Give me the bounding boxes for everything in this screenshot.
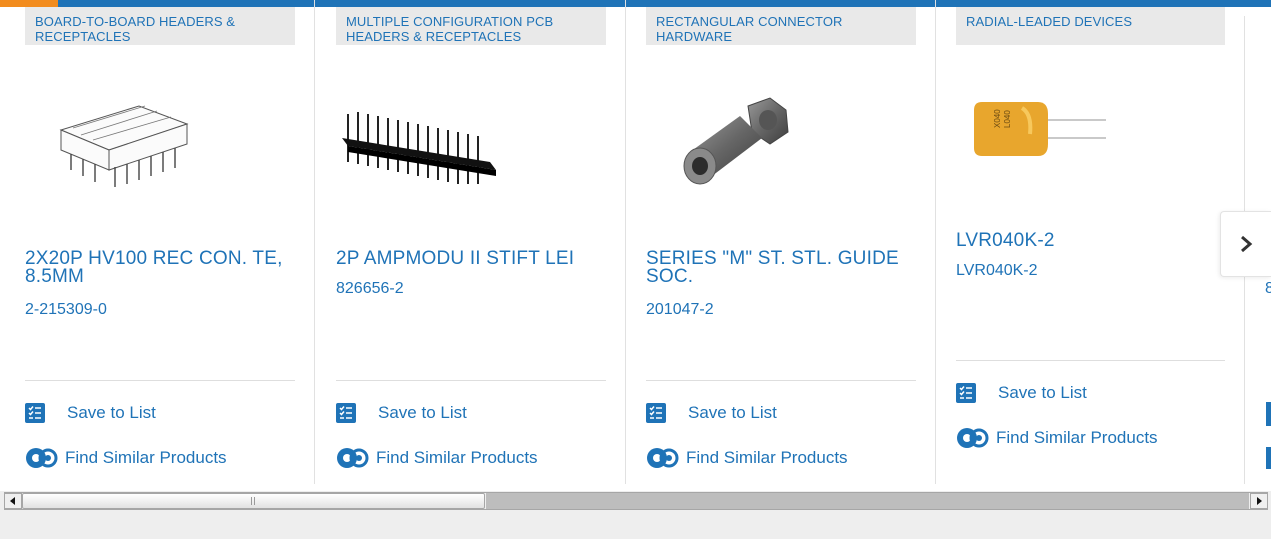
- category-link[interactable]: RECTANGULAR CONNECTOR HARDWARE: [646, 7, 916, 45]
- product-title-link[interactable]: SERIES "M" ST. STL. GUIDE SOC.: [646, 249, 916, 286]
- find-similar-button[interactable]: Find Similar Products: [954, 426, 1158, 450]
- footer-area: [0, 515, 1271, 539]
- dual-row-receptacle-image[interactable]: [53, 92, 193, 196]
- find-similar-gears-icon: [644, 446, 680, 470]
- product-card: BOARD-TO-BOARD HEADERS & RECEPTACLES 2X2…: [25, 0, 315, 484]
- product-title-link[interactable]: 2X20P HV100 REC CON. TE, 8.5MM: [25, 249, 295, 286]
- scroll-right-button[interactable]: [1250, 493, 1268, 509]
- save-to-list-button[interactable]: Save to List: [956, 383, 1087, 403]
- pin-header-image[interactable]: [340, 104, 500, 188]
- category-link[interactable]: BOARD-TO-BOARD HEADERS & RECEPTACLES: [25, 7, 295, 45]
- product-title-link[interactable]: 2P AMPMODU II STIFT LEI: [336, 249, 606, 268]
- save-to-list-label: Save to List: [688, 403, 777, 422]
- save-list-icon: [336, 403, 356, 423]
- card-divider: [646, 380, 916, 381]
- find-similar-label: Find Similar Products: [65, 448, 227, 467]
- product-card: MULTIPLE CONFIGURATION PCB HEADERS & REC…: [336, 0, 626, 484]
- fuse-marking-line-1: X040: [993, 109, 1002, 128]
- find-similar-button[interactable]: Find Similar Products: [334, 446, 538, 470]
- save-to-list-button[interactable]: Save to List: [336, 403, 467, 423]
- next-card-save-icon-peek: [1266, 402, 1271, 426]
- product-title-link[interactable]: LVR040K-2: [956, 231, 1216, 250]
- save-to-list-button[interactable]: Save to List: [646, 403, 777, 423]
- scrollbar-thumb[interactable]: [22, 493, 485, 509]
- part-number-link[interactable]: 2-215309-0: [25, 301, 107, 319]
- fuse-marking-line-2: L040: [1003, 110, 1012, 128]
- guide-socket-image[interactable]: [678, 92, 794, 198]
- product-card: RADIAL-LEADED DEVICES X040 L040 LVR040K-…: [956, 0, 1225, 484]
- card-divider: [956, 360, 1225, 361]
- product-carousel: BOARD-TO-BOARD HEADERS & RECEPTACLES 2X2…: [0, 0, 1271, 484]
- part-number-link[interactable]: LVR040K-2: [956, 262, 1038, 280]
- scrollbar-grip: [251, 497, 257, 505]
- next-card-gear-icon-peek: [1266, 447, 1271, 469]
- find-similar-gears-icon: [23, 446, 59, 470]
- scroll-left-button[interactable]: [4, 493, 22, 509]
- save-list-icon: [25, 403, 45, 423]
- find-similar-gears-icon: [334, 446, 370, 470]
- scroll-right-arrow-icon: [1257, 497, 1262, 505]
- save-to-list-label: Save to List: [378, 403, 467, 422]
- save-list-icon: [646, 403, 666, 423]
- category-link[interactable]: RADIAL-LEADED DEVICES: [956, 7, 1225, 45]
- next-card-part-peek[interactable]: 8: [1265, 280, 1271, 298]
- part-number-link[interactable]: 201047-2: [646, 301, 714, 319]
- horizontal-scrollbar[interactable]: [0, 491, 1271, 515]
- category-link[interactable]: MULTIPLE CONFIGURATION PCB HEADERS & REC…: [336, 7, 606, 45]
- scrollbar-track-remaining[interactable]: [486, 493, 1249, 509]
- save-list-icon: [956, 383, 976, 403]
- save-to-list-label: Save to List: [67, 403, 156, 422]
- part-number-link[interactable]: 826656-2: [336, 280, 404, 298]
- find-similar-button[interactable]: Find Similar Products: [23, 446, 227, 470]
- chevron-right-icon: [1241, 235, 1253, 253]
- save-to-list-label: Save to List: [998, 383, 1087, 402]
- scroll-left-arrow-icon: [10, 497, 15, 505]
- find-similar-label: Find Similar Products: [686, 448, 848, 467]
- find-similar-button[interactable]: Find Similar Products: [644, 446, 848, 470]
- find-similar-gears-icon: [954, 426, 990, 450]
- card-divider: [25, 380, 295, 381]
- find-similar-label: Find Similar Products: [376, 448, 538, 467]
- product-card: RECTANGULAR CONNECTOR HARDWARE SERIES "M…: [646, 0, 936, 484]
- find-similar-label: Find Similar Products: [996, 428, 1158, 447]
- card-divider: [336, 380, 606, 381]
- save-to-list-button[interactable]: Save to List: [25, 403, 156, 423]
- radial-ptc-fuse-image[interactable]: X040 L040: [972, 98, 1112, 164]
- carousel-next-button[interactable]: [1220, 211, 1271, 277]
